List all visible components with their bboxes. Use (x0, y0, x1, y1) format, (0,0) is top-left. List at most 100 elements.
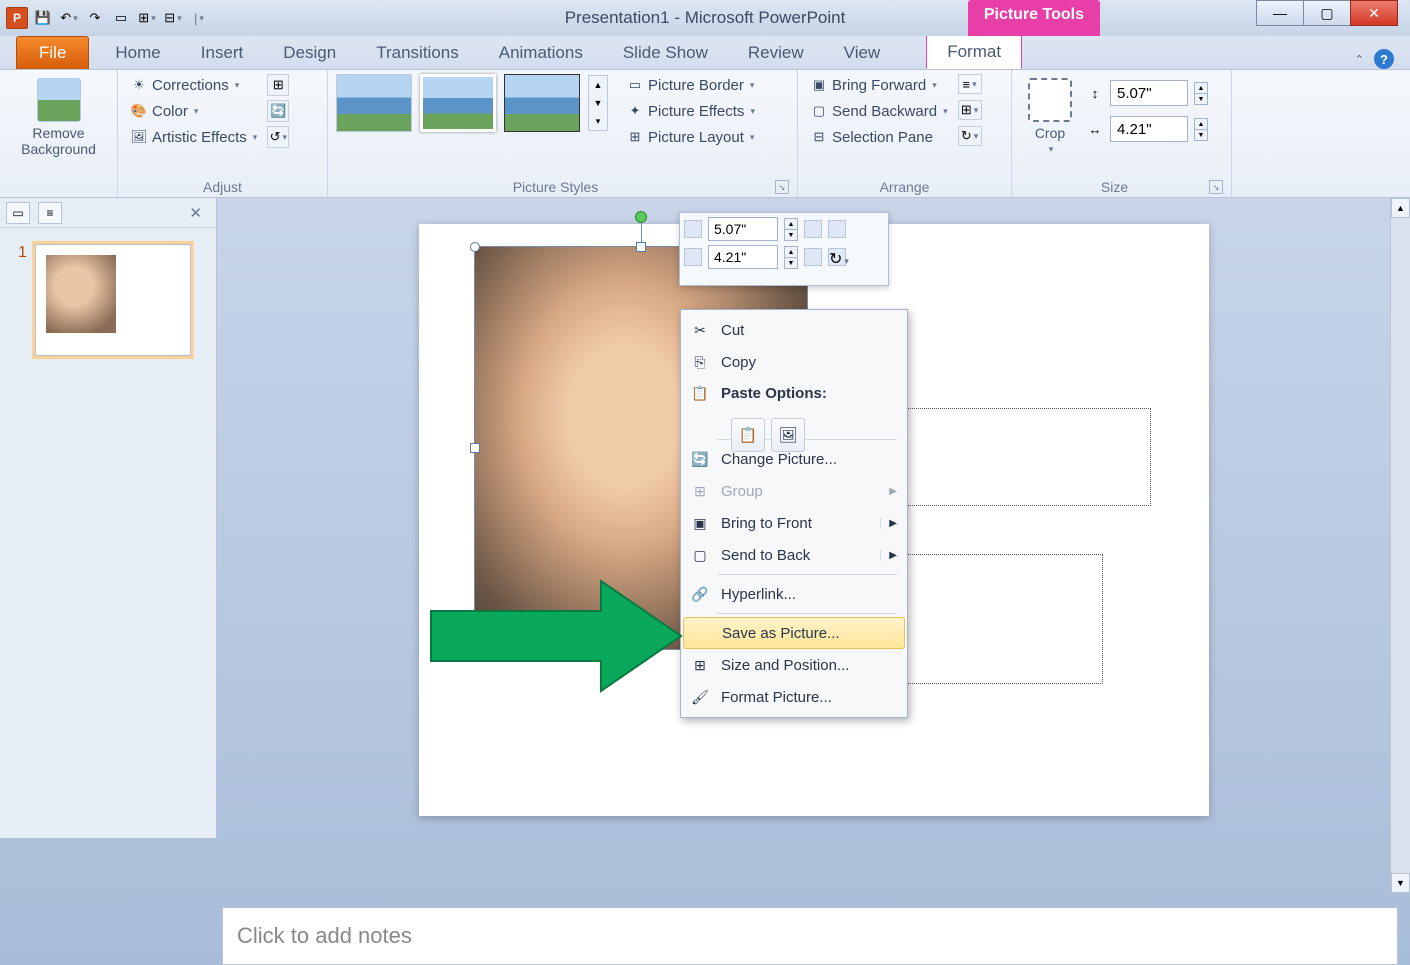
send-backward-button[interactable]: ▢Send Backward▾ (806, 100, 952, 122)
handle-w[interactable] (470, 443, 480, 453)
tab-review[interactable]: Review (728, 37, 824, 69)
subtitle-placeholder[interactable] (903, 554, 1103, 684)
mini-width-icon (684, 248, 702, 266)
style-thumb-2[interactable] (420, 74, 496, 132)
tab-view[interactable]: View (824, 37, 901, 69)
ctx-cut[interactable]: ✂Cut (683, 314, 905, 346)
ctx-save-as-picture[interactable]: Save as Picture... (683, 617, 905, 649)
quick-access-toolbar: P 💾 ↶▾ ↷ ▭ ⊞▾ ⊟▾ |▾ (0, 7, 210, 29)
undo-icon[interactable]: ↶▾ (58, 7, 80, 29)
mini-send-back-icon[interactable] (828, 220, 846, 238)
crop-button[interactable]: Crop▾ (1020, 74, 1080, 158)
tab-design[interactable]: Design (263, 37, 356, 69)
tab-file[interactable]: File (16, 36, 89, 69)
notes-placeholder: Click to add notes (237, 923, 412, 949)
redo-icon[interactable]: ↷ (84, 7, 106, 29)
format-picture-icon: 🖌 (689, 686, 711, 708)
group-styles-label: Picture Styles (336, 179, 775, 195)
picture-styles-gallery[interactable]: ▲▼▾ (336, 74, 608, 132)
color-button[interactable]: 🎨Color▾ (126, 100, 261, 122)
minimize-button[interactable]: — (1256, 0, 1304, 26)
rotation-handle[interactable] (635, 211, 647, 223)
picture-layout-button[interactable]: ⊞Picture Layout▾ (622, 126, 759, 148)
selection-pane-button[interactable]: ⊟Selection Pane (806, 126, 952, 148)
height-icon: ↕ (1086, 84, 1104, 102)
picture-effects-button[interactable]: ✦Picture Effects▾ (622, 100, 759, 122)
change-picture-icon[interactable]: 🔄 (267, 100, 289, 122)
size-dialog-launcher[interactable]: ↘ (1209, 180, 1223, 194)
handle-n[interactable] (636, 242, 646, 252)
ctx-copy[interactable]: ⎘Copy (683, 346, 905, 378)
tab-home[interactable]: Home (95, 37, 180, 69)
ctx-bring-to-front[interactable]: ▣Bring to Front▶ (683, 507, 905, 539)
maximize-button[interactable]: ▢ (1303, 0, 1351, 26)
ctx-separator (717, 574, 897, 575)
reset-picture-icon[interactable]: ↺▾ (267, 126, 289, 148)
ctx-size-position[interactable]: ⊞Size and Position... (683, 649, 905, 681)
artistic-effects-button[interactable]: 🖼Artistic Effects▾ (126, 126, 261, 148)
group-icon[interactable]: ⊞▾ (958, 100, 982, 120)
effects-icon: ✦ (626, 102, 644, 120)
tab-insert[interactable]: Insert (181, 37, 264, 69)
height-input[interactable] (1110, 80, 1188, 106)
mini-height-icon (684, 220, 702, 238)
mini-height-spinner[interactable]: ▲▼ (784, 218, 798, 240)
minimize-ribbon-icon[interactable]: ⌃ (1355, 53, 1364, 66)
title-placeholder[interactable] (903, 408, 1151, 506)
tab-slideshow[interactable]: Slide Show (603, 37, 728, 69)
ctx-send-to-back[interactable]: ▢Send to Back▶ (683, 539, 905, 571)
remove-background-label: Remove Background (21, 125, 96, 157)
tab-format[interactable]: Format (926, 34, 1022, 69)
slide-number: 1 (18, 244, 35, 356)
remove-background-button[interactable]: Remove Background (13, 74, 104, 161)
gallery-scroll[interactable]: ▲▼▾ (588, 75, 608, 131)
help-icon[interactable]: ? (1374, 49, 1394, 69)
scroll-down-icon[interactable]: ▼ (1391, 873, 1410, 893)
ctx-change-picture[interactable]: 🔄Change Picture... (683, 443, 905, 475)
qat-more-icon[interactable]: ⊞▾ (136, 7, 158, 29)
mini-bring-front-icon[interactable] (804, 220, 822, 238)
notes-pane[interactable]: Click to add notes (222, 907, 1398, 965)
width-input[interactable] (1110, 116, 1188, 142)
mini-toolbar: ▲▼ ▲▼ ↻▾ (679, 212, 889, 286)
compress-pictures-icon[interactable]: ⊞ (267, 74, 289, 96)
context-menu: ✂Cut ⎘Copy 📋Paste Options: 📋 🖼 🔄Change P… (680, 309, 908, 718)
color-icon: 🎨 (130, 102, 148, 120)
outline-tab-icon[interactable]: ≡ (38, 202, 62, 224)
corrections-icon: ☀ (130, 76, 148, 94)
mini-width-spinner[interactable]: ▲▼ (784, 246, 798, 268)
scroll-up-icon[interactable]: ▲ (1391, 198, 1410, 218)
hyperlink-icon: 🔗 (689, 583, 711, 605)
width-spinner[interactable]: ▲▼ (1194, 118, 1208, 140)
vertical-scrollbar[interactable]: ▲ ▼ (1390, 198, 1410, 893)
thumb-image (46, 255, 116, 333)
qat-sep-icon: |▾ (188, 7, 210, 29)
ctx-format-picture[interactable]: 🖌Format Picture... (683, 681, 905, 713)
corrections-button[interactable]: ☀Corrections▾ (126, 74, 261, 96)
height-spinner[interactable]: ▲▼ (1194, 82, 1208, 104)
style-thumb-3[interactable] (504, 74, 580, 132)
tab-animations[interactable]: Animations (479, 37, 603, 69)
style-thumb-1[interactable] (336, 74, 412, 132)
mini-width-input[interactable] (708, 245, 778, 269)
mini-height-input[interactable] (708, 217, 778, 241)
handle-nw[interactable] (470, 242, 480, 252)
new-slide-icon[interactable]: ▭ (110, 7, 132, 29)
styles-dialog-launcher[interactable]: ↘ (775, 180, 789, 194)
picture-border-button[interactable]: ▭Picture Border▾ (622, 74, 759, 96)
panel-close-icon[interactable]: ✕ (181, 204, 210, 222)
ribbon-tabs: File Home Insert Design Transitions Anim… (0, 36, 1410, 70)
align-icon[interactable]: ≡▾ (958, 74, 982, 94)
tab-transitions[interactable]: Transitions (356, 37, 479, 69)
rotate-icon[interactable]: ↻▾ (958, 126, 982, 146)
mini-rotate-icon[interactable]: ↻▾ (828, 248, 846, 266)
bring-forward-button[interactable]: ▣Bring Forward▾ (806, 74, 952, 96)
ctx-hyperlink[interactable]: 🔗Hyperlink... (683, 578, 905, 610)
save-icon[interactable]: 💾 (32, 7, 54, 29)
qat-customize-icon[interactable]: ⊟▾ (162, 7, 184, 29)
width-input-row: ↔ ▲▼ (1086, 116, 1208, 142)
slide-thumbnail-1[interactable]: 1 (0, 228, 216, 372)
close-button[interactable]: ✕ (1350, 0, 1398, 26)
slides-tab-icon[interactable]: ▭ (6, 202, 30, 224)
mini-crop-icon[interactable] (804, 248, 822, 266)
